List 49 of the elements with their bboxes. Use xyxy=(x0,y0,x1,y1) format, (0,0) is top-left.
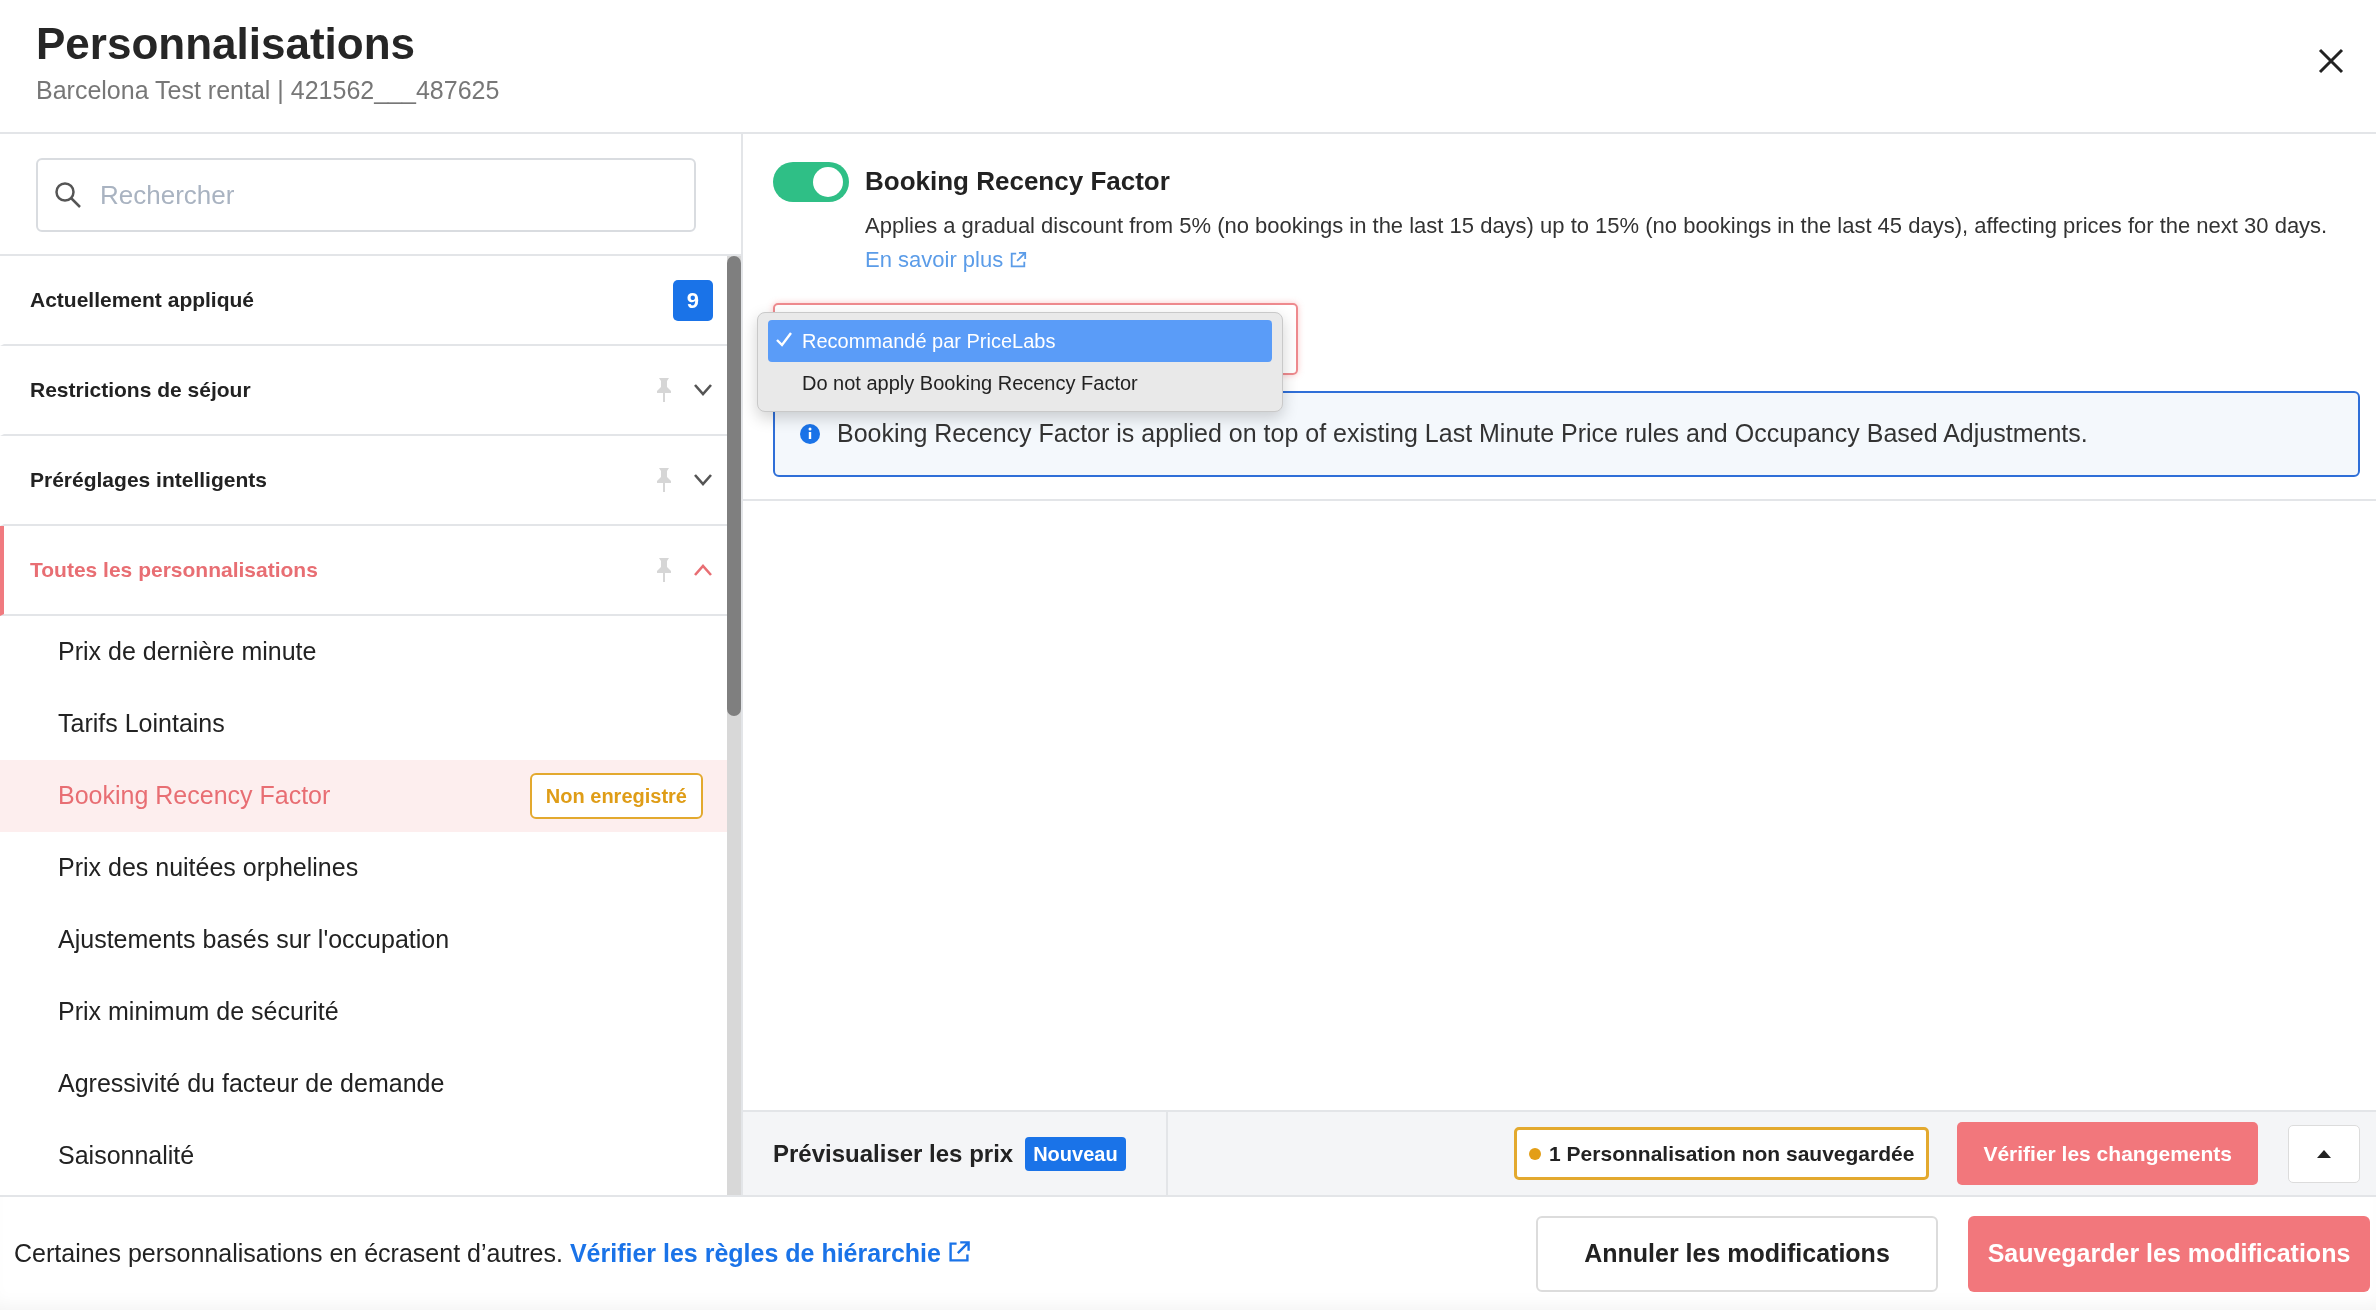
toggle-switch[interactable] xyxy=(773,162,849,202)
item-label: Agressivité du facteur de demande xyxy=(58,1068,445,1100)
section-label: Actuellement appliqué xyxy=(30,287,255,314)
expand-button[interactable] xyxy=(2288,1124,2360,1183)
external-link-icon xyxy=(946,1239,971,1264)
info-text: Booking Recency Factor is applied on top of existing Last Minute Price rules and Occupancy Based Adjustments. xyxy=(837,418,2088,450)
list-item[interactable]: Tarifs Lointains xyxy=(0,688,727,760)
cancel-button[interactable]: Annuler les modifications xyxy=(1536,1215,1938,1292)
list-item[interactable]: Agressivité du facteur de demande xyxy=(0,1048,727,1120)
setting-title: Booking Recency Factor xyxy=(865,165,1171,198)
status-dot xyxy=(1529,1147,1542,1160)
menu-option[interactable]: Do not apply Booking Recency Factor xyxy=(768,362,1272,405)
item-label: Prix minimum de sécurité xyxy=(58,996,339,1028)
item-label: Prix de dernière minute xyxy=(58,636,317,668)
list-item[interactable]: Saisonnalité xyxy=(0,1120,727,1192)
count-badge: 9 xyxy=(672,279,713,321)
hierarchy-rules-link[interactable]: Vérifier les règles de hiérarchie xyxy=(569,1238,971,1267)
search-field[interactable]: Rechercher xyxy=(36,158,696,232)
new-badge: Nouveau xyxy=(1025,1136,1126,1171)
list-item[interactable]: Prix de dernière minute xyxy=(0,616,727,688)
list-item[interactable]: Prix des nuitées orphelines xyxy=(0,832,727,904)
scrollbar[interactable] xyxy=(727,256,741,1195)
info-icon xyxy=(799,422,821,445)
section-label: Restrictions de séjour xyxy=(30,377,252,404)
check-icon xyxy=(776,331,792,348)
pin-icon[interactable] xyxy=(655,467,673,493)
pin-icon[interactable] xyxy=(655,377,673,403)
section-row[interactable]: Préréglages intelligents xyxy=(0,436,727,526)
item-label: Tarifs Lointains xyxy=(58,708,225,740)
unsaved-count-text: 1 Personnalisation non sauvegardée xyxy=(1549,1140,1915,1167)
section-label: Toutes les personnalisations xyxy=(30,557,319,584)
setting-description: Applies a gradual discount from 5% (no bookings in the last 15 days) up to 15% (no bookings in the last 45 days), affecting prices for the next 30 days. En savoir plus xyxy=(865,212,2329,275)
dialog-title: Personnalisations xyxy=(36,20,415,69)
item-label: Saisonnalité xyxy=(58,1140,195,1172)
section-row[interactable]: Actuellement appliqué 9 xyxy=(0,256,727,346)
listing-subtitle: Barcelona Test rental | 421562___487625 xyxy=(36,75,501,107)
list-item[interactable]: Ajustements basés sur l'occupation xyxy=(0,904,727,976)
item-label: Booking Recency Factor xyxy=(58,780,331,812)
section-row[interactable]: Restrictions de séjour xyxy=(0,346,727,436)
pin-icon[interactable] xyxy=(655,557,673,583)
caret-up-icon xyxy=(2317,1150,2331,1159)
list-item[interactable]: Prix minimum de sécurité xyxy=(0,976,727,1048)
hierarchy-note: Certaines personnalisations en écrasent d’autres. Vérifier les règles de hiérarchie xyxy=(14,1234,1536,1273)
section-label: Préréglages intelligents xyxy=(30,467,268,494)
unsaved-tag: Non enregistré xyxy=(529,773,703,819)
item-label: Ajustements basés sur l'occupation xyxy=(58,924,450,956)
item-label: Prix des nuitées orphelines xyxy=(58,852,359,884)
preview-prices-label[interactable]: Prévisualiser les prix xyxy=(773,1135,1014,1172)
external-link-icon xyxy=(1009,251,1028,270)
